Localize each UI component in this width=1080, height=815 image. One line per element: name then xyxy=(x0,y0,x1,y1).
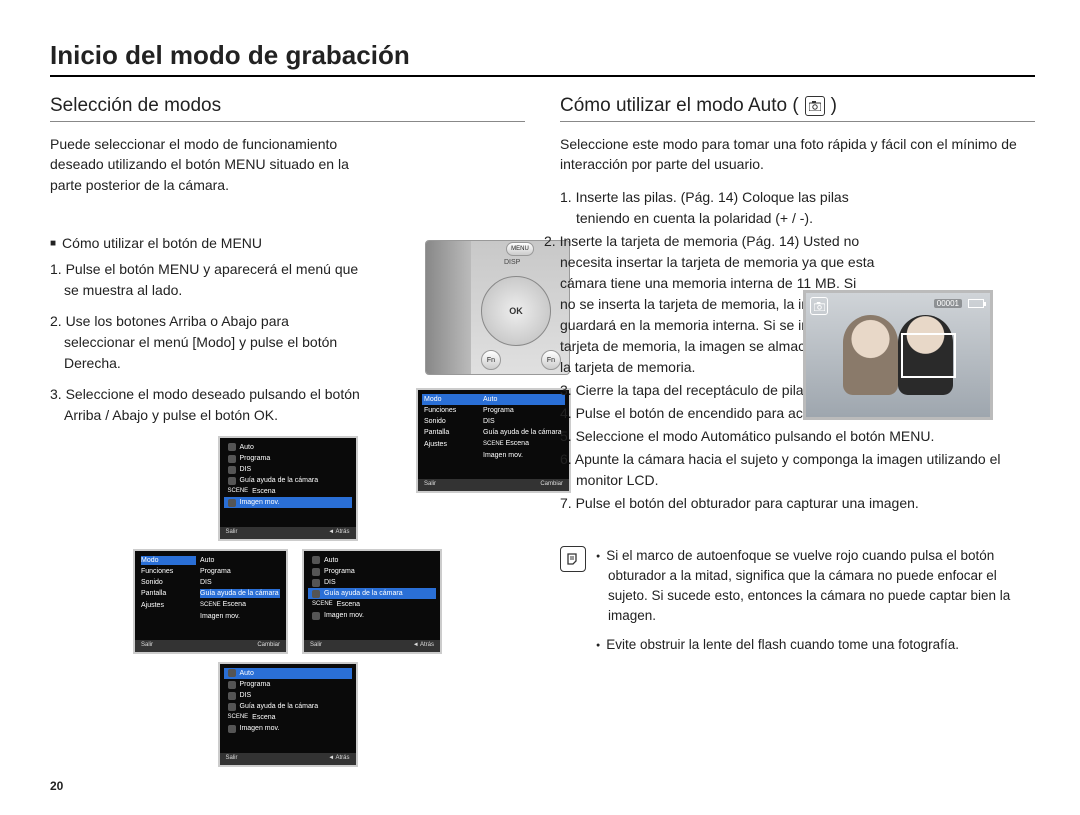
lcd-screenshot-2: Auto Programa DIS Guía ayuda de la cámar… xyxy=(218,436,358,541)
left-intro: Puede seleccionar el modo de funcionamie… xyxy=(50,134,365,195)
camera-back-illustration: MENU DISP Fn Fn xyxy=(425,240,570,375)
page-number: 20 xyxy=(50,779,63,793)
autofocus-frame xyxy=(901,333,956,378)
lcd-screenshot-4: Auto Programa DIS Guía ayuda de la cámar… xyxy=(302,549,442,654)
program-icon xyxy=(228,455,236,463)
right-column: Cómo utilizar el modo Auto ( ) Seleccion… xyxy=(560,95,1035,767)
lcd-screenshot-1: Modo Auto Funciones Programa Sonido DIS … xyxy=(416,388,571,493)
step-2: 2. Use los botones Arriba o Abajo para s… xyxy=(64,311,360,374)
page-title: Inicio del modo de grabación xyxy=(50,40,1035,77)
ok-dial xyxy=(481,276,551,346)
menu-steps: 1. Pulse el botón MENU y aparecerá el me… xyxy=(50,259,360,426)
two-column-layout: Selección de modos Puede seleccionar el … xyxy=(50,95,1035,767)
movie-icon xyxy=(228,499,236,507)
lcd-screenshot-3: Modo Auto Funciones Programa Sonido DIS … xyxy=(133,549,288,654)
dis-icon xyxy=(228,466,236,474)
rstep-7: 7. Pulse el botón del obturador para cap… xyxy=(576,493,1035,514)
footer-exit: Salir xyxy=(424,481,436,489)
step-3: 3. Seleccione el modo deseado pulsando e… xyxy=(64,384,360,426)
lcd-screenshot-5: Auto Programa DIS Guía ayuda de la cámar… xyxy=(218,662,358,767)
note-icon xyxy=(560,546,586,572)
left-heading: Selección de modos xyxy=(50,95,525,122)
note-box: Si el marco de autoenfoque se vuelve roj… xyxy=(560,546,1035,663)
left-column: Selección de modos Puede seleccionar el … xyxy=(50,95,525,767)
note-1: Si el marco de autoenfoque se vuelve roj… xyxy=(596,546,1035,627)
menu-button-graphic: MENU xyxy=(506,242,534,256)
fn-button-1: Fn xyxy=(481,350,501,370)
right-heading: Cómo utilizar el modo Auto ( ) xyxy=(560,95,1035,122)
manual-page: Inicio del modo de grabación Selección d… xyxy=(0,0,1080,815)
camera-grip xyxy=(426,241,471,374)
rstep-5: 5. Seleccione el modo Automático pulsand… xyxy=(576,426,1035,447)
note-2: Evite obstruir la lente del flash cuando… xyxy=(596,635,1035,655)
right-intro: Seleccione este modo para tomar una foto… xyxy=(560,134,1035,175)
step-1: 1. Pulse el botón MENU y aparecerá el me… xyxy=(64,259,360,301)
rstep-1: 1. Inserte las pilas. (Pág. 14) Coloque … xyxy=(576,187,891,229)
guide-icon xyxy=(228,477,236,485)
camera-auto-icon xyxy=(805,96,825,116)
sample-subjects xyxy=(806,293,990,417)
bride-figure xyxy=(843,315,898,395)
disp-label: DISP xyxy=(504,259,520,266)
note-list: Si el marco de autoenfoque se vuelve roj… xyxy=(596,546,1035,663)
lcd-menu-dual: Modo Auto Funciones Programa Sonido DIS … xyxy=(416,388,571,493)
sample-photo-lcd: 00001 xyxy=(803,290,993,420)
auto-icon xyxy=(228,443,236,451)
fn-button-2: Fn xyxy=(541,350,561,370)
rstep-6: 6. Apunte la cámara hacia el sujeto y co… xyxy=(576,449,1035,491)
